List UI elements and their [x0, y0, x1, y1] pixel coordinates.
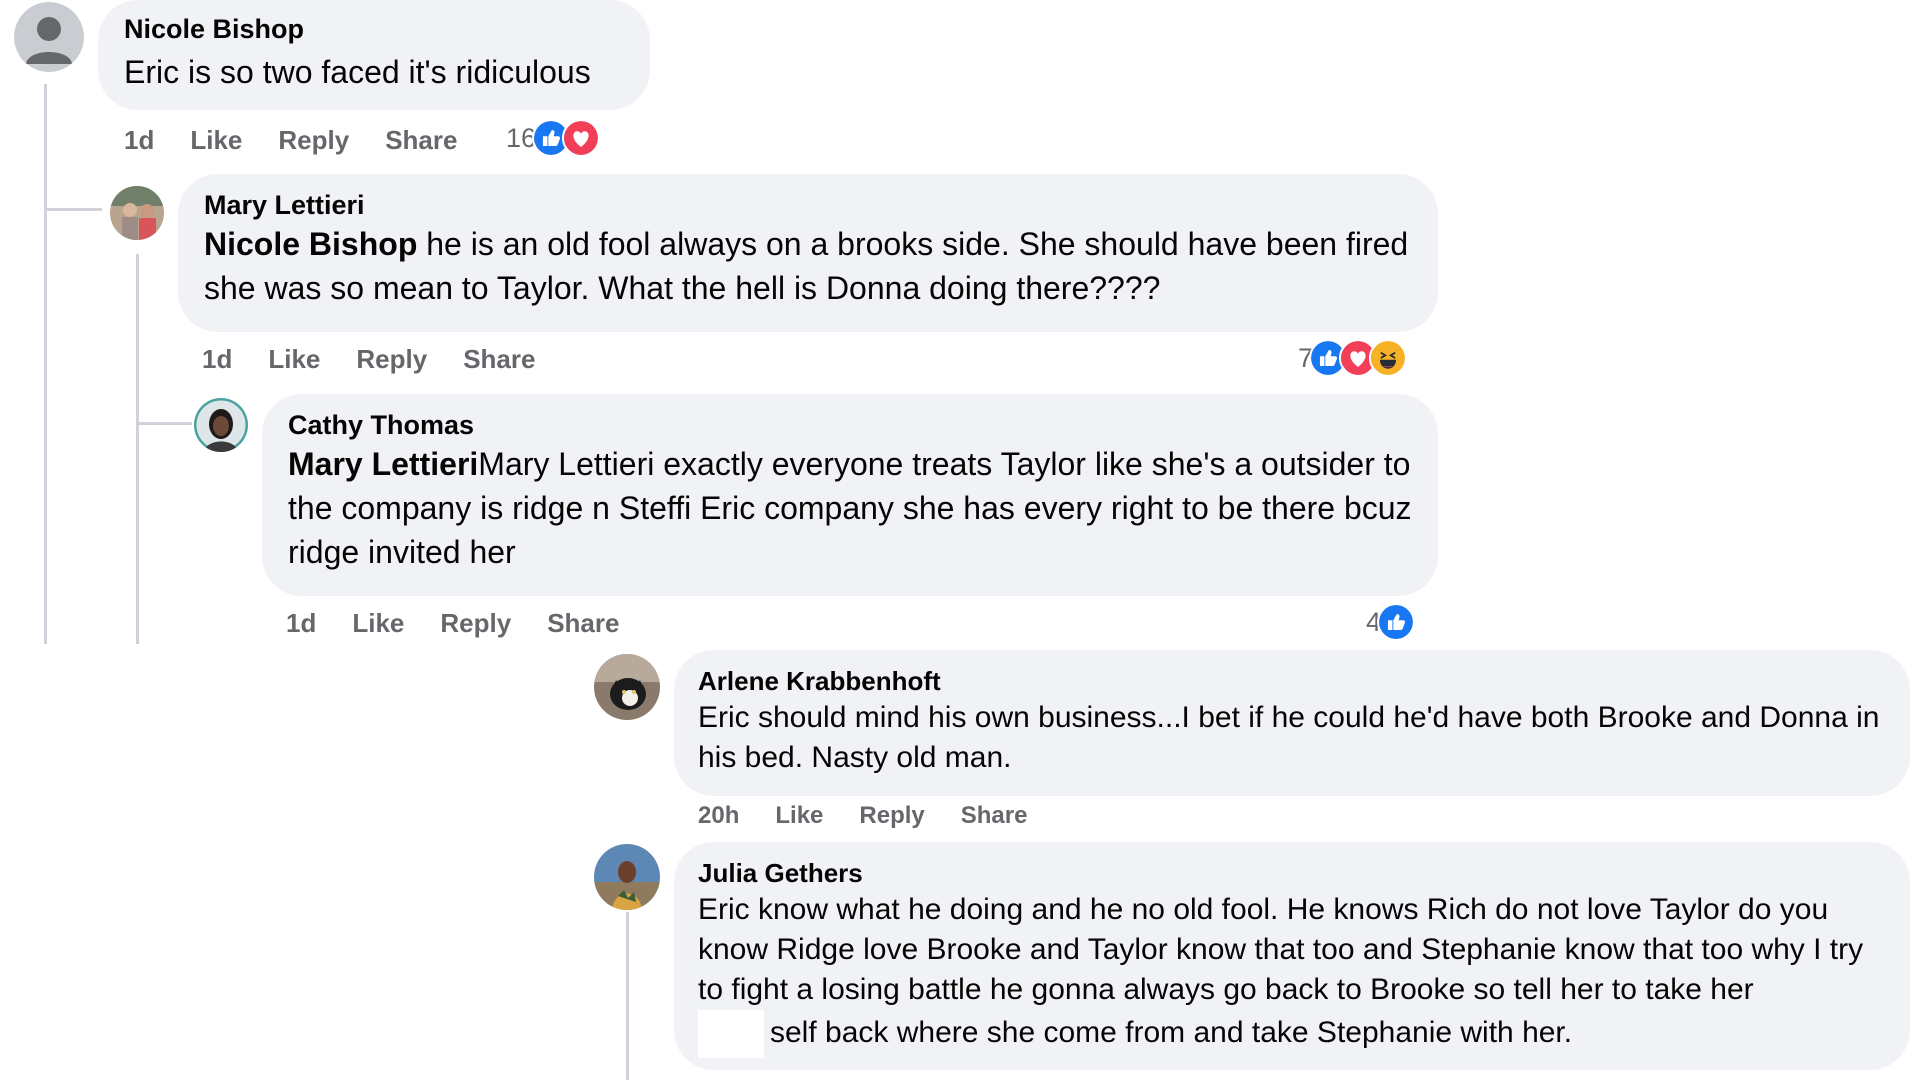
- comment-bubble-cathy-thomas: Cathy Thomas Mary LettieriMary Lettieri …: [262, 394, 1438, 596]
- avatar-cathy-thomas[interactable]: [194, 398, 248, 452]
- mention-link[interactable]: Nicole Bishop: [204, 226, 417, 262]
- comment-text-continued: self back where she come from and take S…: [698, 1010, 1886, 1058]
- comment-thread: Nicole Bishop Eric is so two faced it's …: [0, 0, 1920, 1080]
- comment-text: Eric is so two faced it's ridiculous: [124, 54, 591, 90]
- comment-text: Nicole Bishop he is an old fool always o…: [204, 222, 1412, 310]
- comment-author[interactable]: Julia Gethers: [698, 856, 1886, 890]
- avatar-mary-lettieri[interactable]: [110, 186, 164, 240]
- comment-text: Eric know what he doing and he no old fo…: [698, 893, 1864, 1006]
- comment-actions: 1d Like Reply Share: [286, 603, 655, 643]
- comment-timestamp[interactable]: 1d: [286, 608, 316, 639]
- comment-actions: 1d Like Reply Share: [202, 339, 571, 379]
- comment-bubble-nicole-bishop: Nicole Bishop Eric is so two faced it's …: [98, 0, 650, 110]
- thread-line-root: [44, 84, 47, 644]
- mention-link[interactable]: Mary Lettieri: [288, 446, 478, 482]
- reaction-summary[interactable]: 7: [1298, 337, 1408, 379]
- reply-button[interactable]: Reply: [859, 802, 924, 830]
- share-button[interactable]: Share: [547, 608, 619, 639]
- thread-line-root-branch: [44, 208, 102, 211]
- reply-button[interactable]: Reply: [278, 125, 349, 156]
- comment-text: Mary LettieriMary Lettieri exactly every…: [288, 442, 1412, 574]
- reaction-summary[interactable]: 16: [506, 117, 601, 159]
- like-button[interactable]: Like: [775, 802, 823, 830]
- comment-author[interactable]: Cathy Thomas: [288, 408, 1412, 442]
- comment-author[interactable]: Nicole Bishop: [124, 12, 624, 46]
- comment-timestamp[interactable]: 20h: [698, 802, 739, 830]
- comment-author[interactable]: Mary Lettieri: [204, 188, 1412, 222]
- thread-line-julia: [626, 912, 629, 1080]
- comment-bubble-mary-lettieri: Mary Lettieri Nicole Bishop he is an old…: [178, 174, 1438, 332]
- avatar-nicole-bishop[interactable]: [14, 2, 84, 72]
- comment-actions: 1d Like Reply Share: [124, 120, 493, 160]
- like-button[interactable]: Like: [268, 344, 320, 375]
- thread-line-reply-branch: [136, 422, 192, 425]
- like-icon: [1377, 603, 1416, 641]
- comment-bubble-arlene-krabbenhoft: Arlene Krabbenhoft Eric should mind his …: [674, 650, 1910, 796]
- comment-timestamp[interactable]: 1d: [202, 344, 232, 375]
- haha-icon: [1369, 339, 1408, 377]
- share-button[interactable]: Share: [385, 125, 457, 156]
- comment-text-tail: self back where she come from and take S…: [770, 1015, 1573, 1049]
- like-button[interactable]: Like: [190, 125, 242, 156]
- share-button[interactable]: Share: [463, 344, 535, 375]
- share-button[interactable]: Share: [961, 802, 1028, 830]
- reaction-summary[interactable]: 4: [1366, 601, 1416, 643]
- reply-button[interactable]: Reply: [356, 344, 427, 375]
- comment-timestamp[interactable]: 1d: [124, 125, 154, 156]
- comment-text: Eric should mind his own business...I be…: [698, 701, 1880, 774]
- thread-line-reply: [136, 254, 139, 644]
- avatar-arlene-krabbenhoft[interactable]: [594, 654, 660, 720]
- reply-button[interactable]: Reply: [440, 608, 511, 639]
- love-icon: [562, 119, 601, 157]
- comment-author[interactable]: Arlene Krabbenhoft: [698, 664, 1886, 698]
- like-button[interactable]: Like: [352, 608, 404, 639]
- comment-bubble-julia-gethers: Julia Gethers Eric know what he doing an…: [674, 842, 1910, 1070]
- comment-actions: 20h Like Reply Share: [698, 797, 1063, 835]
- avatar-julia-gethers[interactable]: [594, 844, 660, 910]
- redaction-box: [698, 1010, 764, 1058]
